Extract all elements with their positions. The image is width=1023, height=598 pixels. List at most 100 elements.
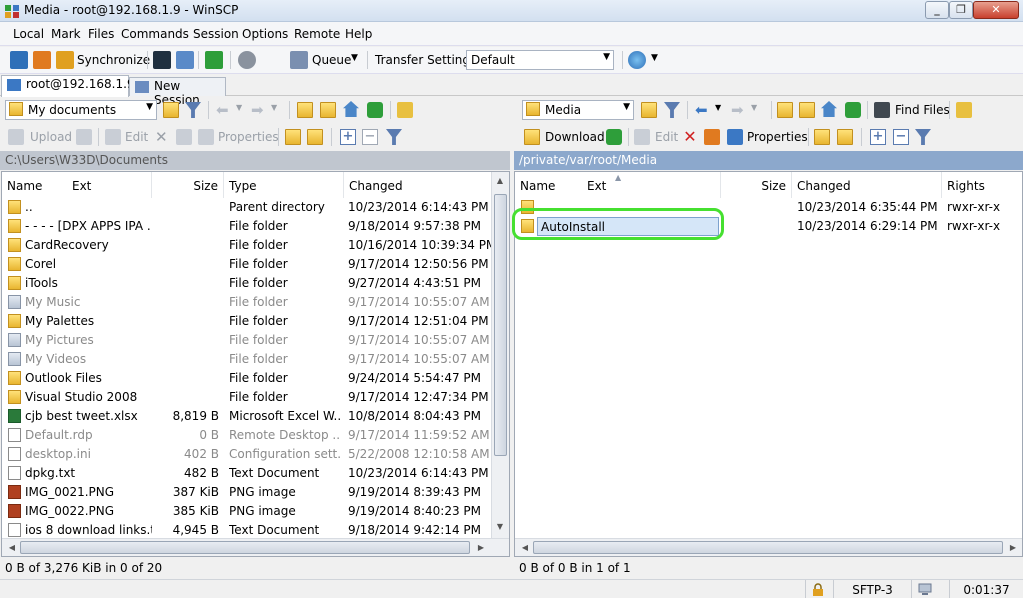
menu-session[interactable]: Session <box>193 27 239 41</box>
back-dropdown-icon[interactable]: ▼ <box>236 103 252 119</box>
table-row[interactable]: Visual Studio 2008 File folder 9/17/2014 1… <box>2 388 491 407</box>
properties-button[interactable]: Properties <box>747 130 808 144</box>
transfer-settings-select[interactable]: Default ▼ <box>466 50 614 70</box>
table-row[interactable]: Corel File folder 9/17/2014 12:50:56 PM <box>2 255 491 274</box>
table-row[interactable]: cjb best tweet.xlsx 8,819 B Microsoft Exce… <box>2 407 491 426</box>
queue-button[interactable]: Queue <box>312 53 351 67</box>
new-folder-icon[interactable] <box>285 129 301 145</box>
menu-local[interactable]: Local <box>13 27 44 41</box>
left-file-list[interactable]: Name Ext Size Type Changed .. Parent dire… <box>1 171 510 557</box>
scroll-up-icon[interactable]: ▲ <box>492 176 508 185</box>
scroll-down-icon[interactable]: ▼ <box>492 522 508 531</box>
queue-dropdown-icon[interactable]: ▼ <box>351 53 358 63</box>
right-location-select[interactable]: Media ▼ <box>522 100 634 120</box>
forward-arrow-icon[interactable]: ➡ <box>251 102 267 118</box>
table-row[interactable]: My Music File folder 9/17/2014 10:55:07 AM <box>2 293 491 312</box>
root-directory-icon[interactable] <box>320 102 336 118</box>
column-rights[interactable]: Rights <box>942 172 1022 198</box>
forward-dropdown-icon[interactable]: ▼ <box>751 103 767 119</box>
table-row[interactable]: - - - - [DPX APPS IPA ... File folder 9/18… <box>2 217 491 236</box>
right-path-bar[interactable]: /private/var/root/Media <box>514 151 1023 170</box>
open-directory-icon[interactable] <box>641 102 657 118</box>
close-button[interactable]: ✕ <box>973 1 1019 19</box>
tree-view-icon[interactable] <box>956 102 972 118</box>
table-row[interactable]: CardRecovery File folder 10/16/2014 10:39:… <box>2 236 491 255</box>
new-file-icon[interactable] <box>837 129 853 145</box>
table-row[interactable]: My Palettes File folder 9/17/2014 12:51:04… <box>2 312 491 331</box>
left-horizontal-scroll-thumb[interactable] <box>20 541 470 554</box>
synchronize-button[interactable]: Synchronize <box>77 53 150 67</box>
table-row[interactable]: My Pictures File folder 9/17/2014 10:55:07… <box>2 331 491 350</box>
scroll-left-icon[interactable]: ◀ <box>517 543 533 552</box>
edit-button[interactable]: Edit <box>655 130 678 144</box>
parent-directory-icon[interactable] <box>297 102 313 118</box>
table-row[interactable]: My Videos File folder 9/17/2014 10:55:07 A… <box>2 350 491 369</box>
left-horizontal-scrollbar[interactable]: ◀ ▶ <box>2 538 509 556</box>
filter-icon[interactable] <box>664 102 680 118</box>
unselect-minus-icon[interactable]: − <box>362 129 378 145</box>
table-row[interactable]: iTools File folder 9/27/2014 4:43:51 PM <box>2 274 491 293</box>
table-row[interactable]: AutoInstall 10/23/2014 6:29:14 PM rwxr-xr-… <box>515 217 1022 236</box>
select-files-filter-icon[interactable] <box>915 129 931 145</box>
select-files-filter-icon[interactable] <box>386 129 402 145</box>
left-path-bar[interactable]: C:\Users\W33D\Documents <box>0 151 510 170</box>
left-vertical-scroll-thumb[interactable] <box>494 194 507 456</box>
new-folder-icon[interactable] <box>814 129 830 145</box>
menu-files[interactable]: Files <box>88 27 114 41</box>
putty-icon[interactable] <box>176 51 194 69</box>
column-name[interactable]: Name Ext ▲ <box>515 172 721 198</box>
globe-dropdown-icon[interactable]: ▼ <box>651 53 658 63</box>
table-row[interactable]: dpkg.txt 482 B Text Document 10/23/2014 6:1… <box>2 464 491 483</box>
home-icon[interactable] <box>821 101 837 117</box>
menu-commands[interactable]: Commands <box>121 27 189 41</box>
console-icon[interactable] <box>153 51 171 69</box>
right-horizontal-scrollbar[interactable]: ◀ ▶ <box>515 538 1022 556</box>
column-ext-label[interactable]: Ext <box>587 179 606 193</box>
scroll-left-icon[interactable]: ◀ <box>4 543 20 552</box>
filter-icon[interactable] <box>185 102 201 118</box>
delete-icon[interactable]: ✕ <box>682 129 698 145</box>
column-type[interactable]: Type <box>224 172 344 198</box>
preferences-gear-icon[interactable] <box>238 51 256 69</box>
compare-directories-icon[interactable] <box>10 51 28 69</box>
column-changed[interactable]: Changed <box>792 172 942 198</box>
left-location-select[interactable]: My documents ▼ <box>5 100 157 120</box>
tab-new-session[interactable]: New Session <box>129 77 226 107</box>
column-name[interactable]: Name Ext <box>2 172 152 198</box>
right-file-list[interactable]: Name Ext ▲ Size Changed Rights 10/23/201… <box>514 171 1023 557</box>
column-size[interactable]: Size <box>152 172 224 198</box>
menu-help[interactable]: Help <box>345 27 372 41</box>
right-horizontal-scroll-thumb[interactable] <box>533 541 1003 554</box>
column-changed[interactable]: Changed <box>344 172 492 198</box>
upload-button[interactable]: Upload <box>30 130 72 144</box>
rename-icon[interactable] <box>176 129 192 145</box>
new-file-icon[interactable] <box>307 129 323 145</box>
upload-options-icon[interactable] <box>76 129 92 145</box>
select-all-plus-icon[interactable]: + <box>340 129 356 145</box>
table-row[interactable]: IMG_0021.PNG 387 KiB PNG image 9/19/2014 8:… <box>2 483 491 502</box>
globe-icon[interactable] <box>628 51 646 69</box>
back-arrow-icon[interactable]: ⬅ <box>216 102 232 118</box>
network-icon[interactable] <box>911 580 949 598</box>
scroll-right-icon[interactable]: ▶ <box>473 543 489 552</box>
tab-session-root[interactable]: root@192.168.1.9 <box>1 75 135 97</box>
root-directory-icon[interactable] <box>799 102 815 118</box>
back-dropdown-icon[interactable]: ▼ <box>715 103 731 119</box>
synchronize-icon[interactable] <box>56 51 74 69</box>
table-row[interactable]: Default.rdp 0 B Remote Desktop ... 9/17/201… <box>2 426 491 445</box>
column-ext-label[interactable]: Ext <box>72 179 91 193</box>
table-row[interactable]: Outlook Files File folder 9/24/2014 5:54:4… <box>2 369 491 388</box>
refresh-icon[interactable] <box>367 102 383 118</box>
find-files-button[interactable]: Find Files <box>895 103 950 117</box>
forward-arrow-icon[interactable]: ➡ <box>731 102 747 118</box>
table-row[interactable]: desktop.ini 402 B Configuration sett... 5/2… <box>2 445 491 464</box>
table-row[interactable]: IMG_0022.PNG 385 KiB PNG image 9/19/2014 8:… <box>2 502 491 521</box>
edit-button[interactable]: Edit <box>125 130 148 144</box>
menu-mark[interactable]: Mark <box>51 27 81 41</box>
left-vertical-scrollbar[interactable]: ▲ ▼ <box>491 172 509 538</box>
rename-icon[interactable] <box>704 129 720 145</box>
unselect-minus-icon[interactable]: − <box>893 129 909 145</box>
parent-directory-icon[interactable] <box>777 102 793 118</box>
back-arrow-icon[interactable]: ⬅ <box>695 102 711 118</box>
column-size[interactable]: Size <box>721 172 792 198</box>
